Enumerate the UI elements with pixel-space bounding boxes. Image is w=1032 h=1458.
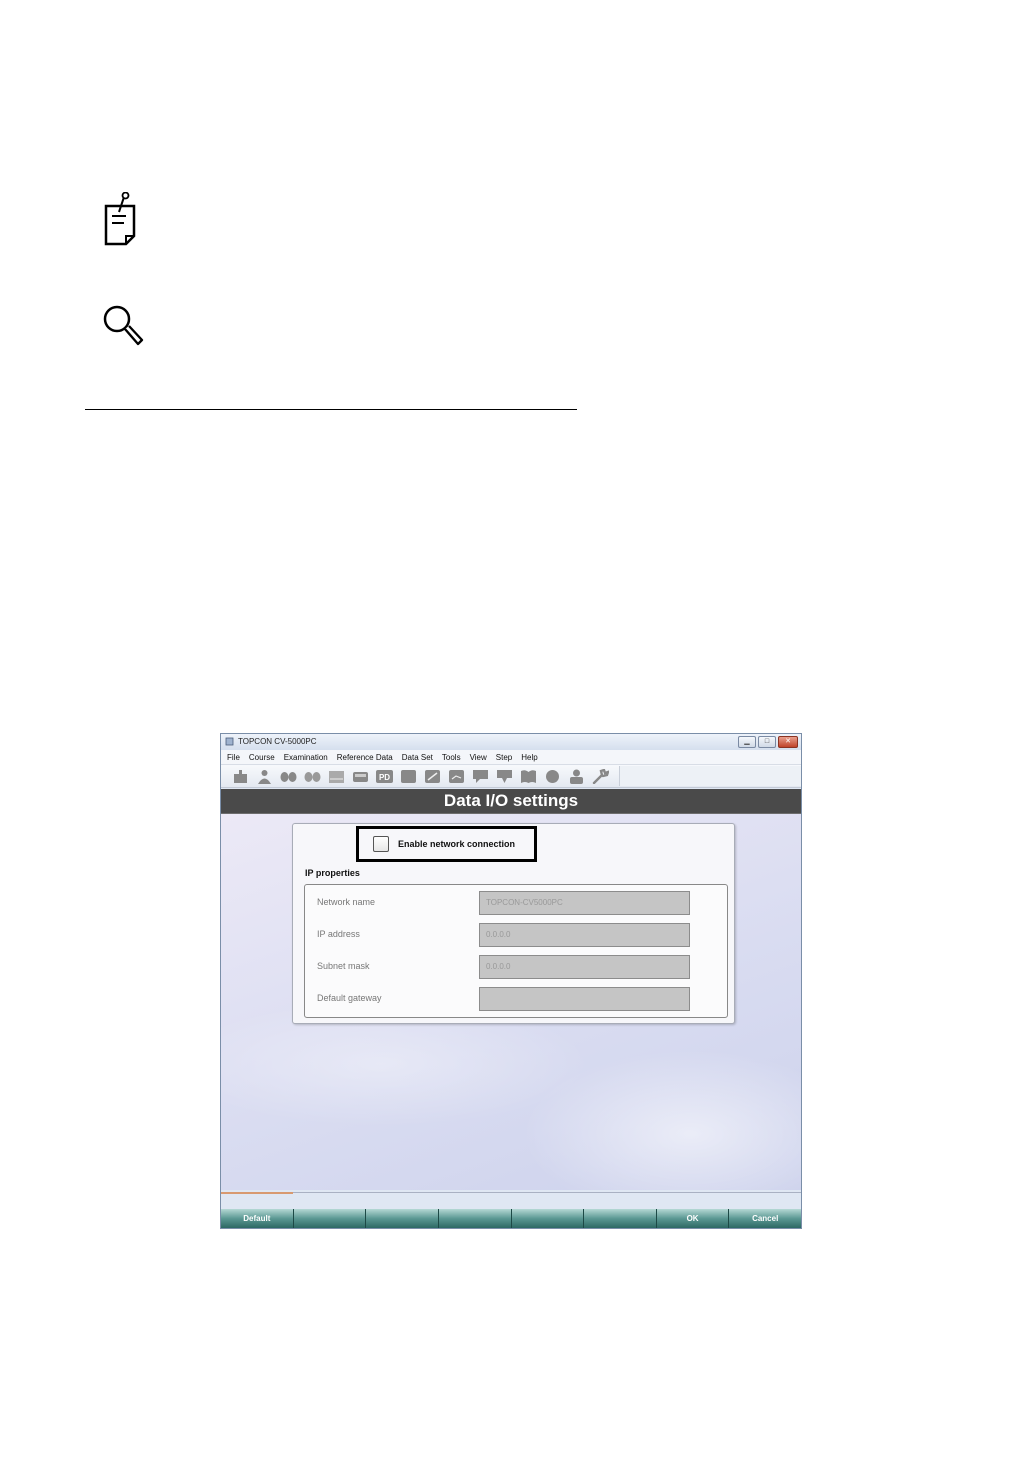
toolbar-graph-button[interactable] xyxy=(445,767,467,785)
glasses-icon xyxy=(280,771,296,782)
footer-button-6[interactable] xyxy=(584,1209,657,1228)
magnifier-icon xyxy=(103,305,144,346)
circle-icon xyxy=(545,769,559,783)
network-name-row: Network name TOPCON-CV5000PC xyxy=(317,891,717,915)
ip-address-field[interactable]: 0.0.0.0 xyxy=(479,923,690,947)
footer-button-4[interactable] xyxy=(438,1209,512,1228)
menu-data-set[interactable]: Data Set xyxy=(402,753,433,762)
graph-icon xyxy=(448,769,464,783)
menu-course[interactable]: Course xyxy=(249,753,275,762)
footer-button-5[interactable] xyxy=(511,1209,585,1228)
enable-network-checkbox[interactable] xyxy=(373,836,389,852)
person-icon xyxy=(257,769,271,784)
square-icon xyxy=(400,769,416,783)
close-button[interactable]: ✕ xyxy=(778,736,798,748)
network-settings-panel: Enable network connection IP properties … xyxy=(292,823,735,1024)
default-gateway-row: Default gateway xyxy=(317,987,717,1011)
chart-icon xyxy=(328,770,344,783)
footer-button-3[interactable] xyxy=(366,1209,439,1228)
toolbar-pd-button[interactable]: PD xyxy=(373,767,395,785)
enable-network-label[interactable]: Enable network connection xyxy=(398,839,515,849)
ip-address-row: IP address 0.0.0.0 xyxy=(317,923,717,947)
toolbar-monitor-button[interactable] xyxy=(349,767,371,785)
pd-label: PD xyxy=(378,773,389,782)
toolbar-patient-button[interactable] xyxy=(253,767,275,785)
network-name-field[interactable]: TOPCON-CV5000PC xyxy=(479,891,690,915)
menu-step[interactable]: Step xyxy=(496,753,512,762)
network-name-label: Network name xyxy=(317,897,376,907)
va-icon xyxy=(424,769,440,783)
settings-content: Enable network connection IP properties … xyxy=(221,814,801,1190)
minimize-button[interactable]: ▁ xyxy=(738,736,756,748)
ip-properties-group: Network name TOPCON-CV5000PC IP address … xyxy=(304,884,728,1018)
status-divider xyxy=(221,1192,801,1194)
toolbar-user-button[interactable] xyxy=(565,767,587,785)
default-gateway-field[interactable] xyxy=(479,987,690,1011)
wrench-icon xyxy=(592,768,609,784)
window-title: TOPCON CV-5000PC xyxy=(238,737,317,746)
lens-icon xyxy=(304,771,320,782)
toolbar-va-button[interactable] xyxy=(421,767,443,785)
toolbar-book-button[interactable] xyxy=(517,767,539,785)
app-icon xyxy=(225,737,234,746)
ip-address-label: IP address xyxy=(317,929,360,939)
pd-icon: PD xyxy=(375,769,393,783)
page-title: Data I/O settings xyxy=(221,789,801,815)
menu-file[interactable]: File xyxy=(227,753,240,762)
toolbar-settings-button[interactable] xyxy=(589,767,611,785)
user-icon xyxy=(569,769,583,784)
toolbar-comment-button[interactable] xyxy=(469,767,491,785)
ip-properties-title: IP properties xyxy=(305,868,360,878)
toolbar-circle-button[interactable] xyxy=(541,767,563,785)
comment-icon xyxy=(472,769,488,783)
subnet-mask-field[interactable]: 0.0.0.0 xyxy=(479,955,690,979)
maximize-button[interactable]: □ xyxy=(758,736,776,748)
ok-button[interactable]: OK xyxy=(656,1209,730,1228)
menu-tools[interactable]: Tools xyxy=(442,753,461,762)
toolbar-display-button[interactable] xyxy=(493,767,515,785)
enable-network-highlight: Enable network connection xyxy=(356,826,537,862)
monitor-icon xyxy=(352,771,368,782)
note-icon xyxy=(104,192,136,246)
title-bar: TOPCON CV-5000PC ▁ □ ✕ xyxy=(221,734,801,750)
book-icon xyxy=(520,769,536,783)
menu-bar: File Course Examination Reference Data D… xyxy=(221,750,801,765)
toolbar-glasses-button[interactable] xyxy=(277,767,299,785)
toolbar-lens-button[interactable] xyxy=(301,767,323,785)
instrument-icon xyxy=(233,769,247,783)
section-divider xyxy=(85,409,577,410)
display-icon xyxy=(496,769,512,783)
menu-view[interactable]: View xyxy=(470,753,487,762)
menu-reference-data[interactable]: Reference Data xyxy=(337,753,393,762)
toolbar-chart-button[interactable] xyxy=(325,767,347,785)
default-button[interactable]: Default xyxy=(221,1209,294,1228)
subnet-mask-label: Subnet mask xyxy=(317,961,370,971)
toolbar-square-button[interactable] xyxy=(397,767,419,785)
footer-button-2[interactable] xyxy=(293,1209,367,1228)
default-gateway-label: Default gateway xyxy=(317,993,382,1003)
subnet-mask-row: Subnet mask 0.0.0.0 xyxy=(317,955,717,979)
toolbar: PD xyxy=(221,765,801,788)
toolbar-empty-area xyxy=(619,766,801,786)
menu-examination[interactable]: Examination xyxy=(284,753,328,762)
cancel-button[interactable]: Cancel xyxy=(729,1209,801,1228)
footer-button-bar: Default OK Cancel xyxy=(221,1209,801,1228)
menu-help[interactable]: Help xyxy=(521,753,537,762)
progress-accent xyxy=(221,1192,293,1194)
toolbar-instrument-button[interactable] xyxy=(229,767,251,785)
app-window: TOPCON CV-5000PC ▁ □ ✕ File Course Exami… xyxy=(220,733,802,1229)
